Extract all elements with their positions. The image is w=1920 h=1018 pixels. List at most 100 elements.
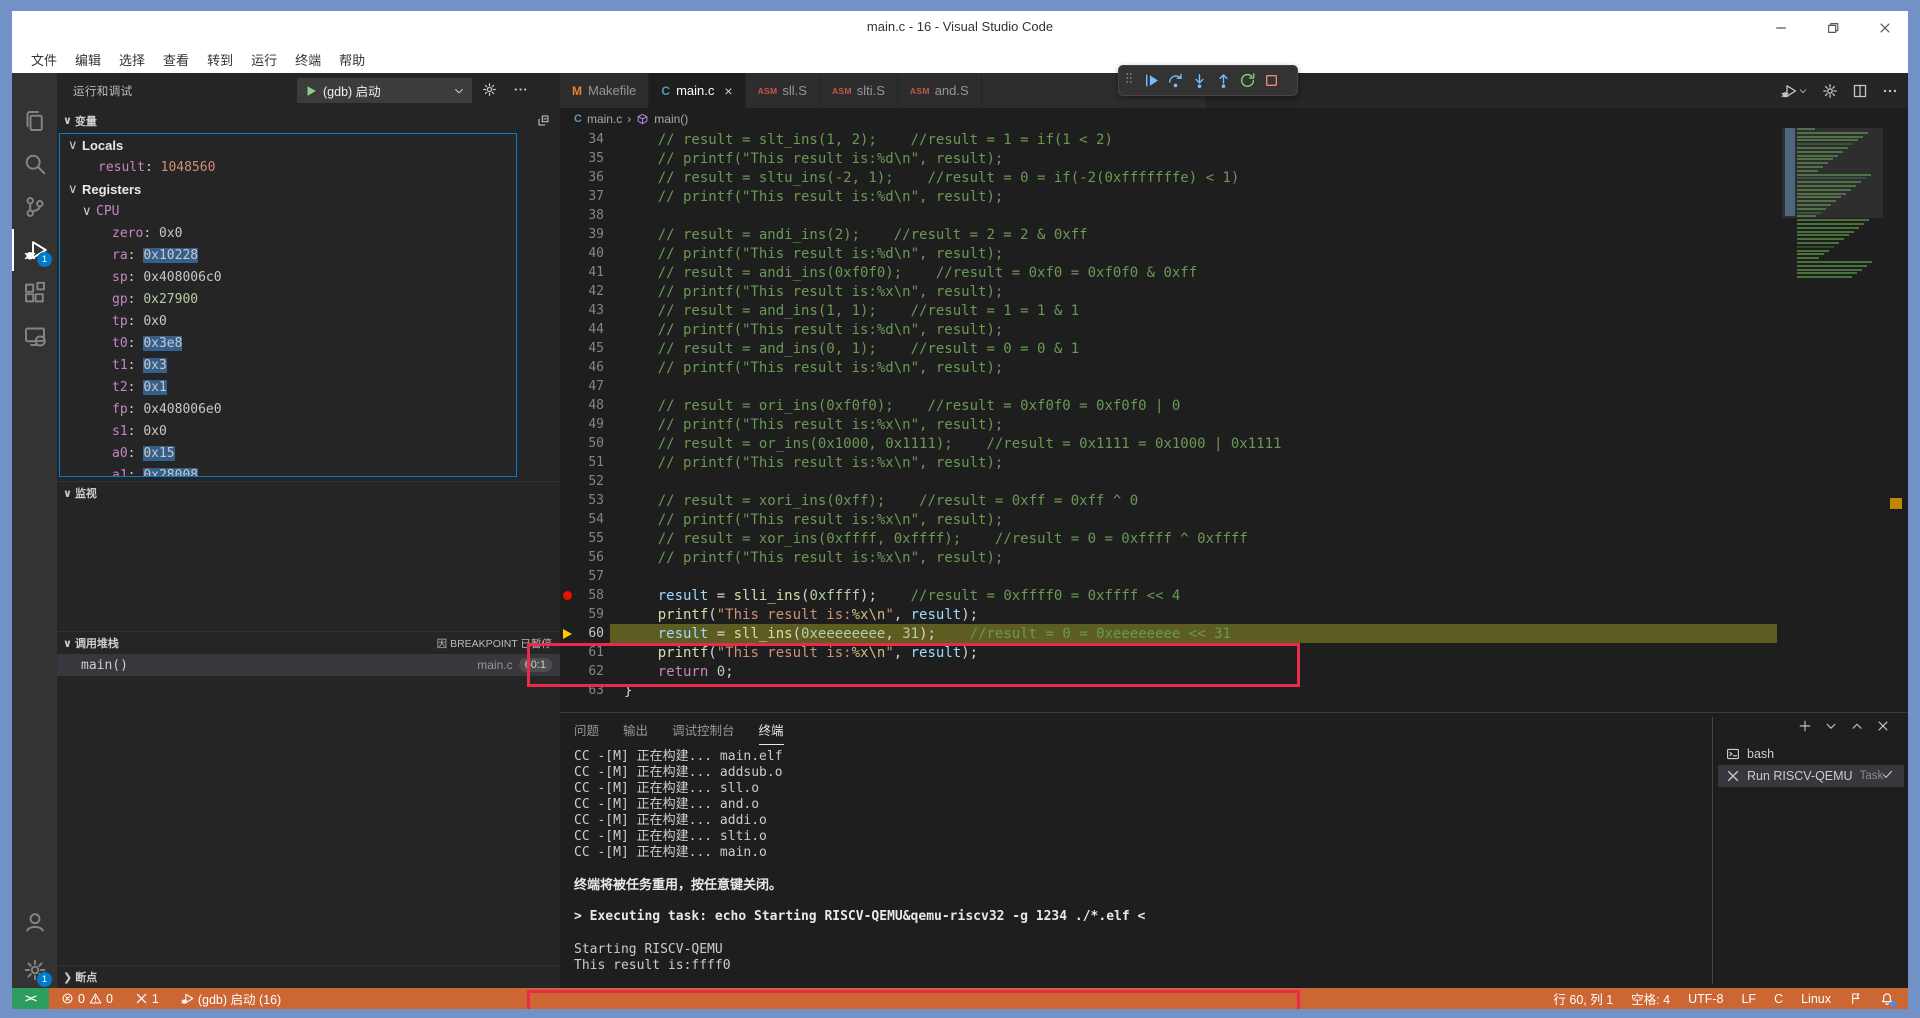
panel-tab-输出[interactable]: 输出 <box>623 720 648 745</box>
status-item-5[interactable]: Linux <box>1801 992 1831 1006</box>
register-row[interactable]: a0: 0x15 <box>60 442 516 464</box>
menu-item-0[interactable]: 文件 <box>22 47 66 72</box>
toolbar-grip-icon[interactable] <box>1119 71 1139 90</box>
code-line-50[interactable]: 50 // result = or_ins(0x1000, 0x1111); /… <box>560 434 1908 453</box>
breakpoints-section-header[interactable]: ❯ 断点 <box>57 965 560 988</box>
menu-item-6[interactable]: 终端 <box>286 47 330 72</box>
panel-tab-调试控制台[interactable]: 调试控制台 <box>672 720 735 745</box>
code-editor[interactable]: 34 // result = slt_ins(1, 2); //result =… <box>560 130 1908 712</box>
tab-and-S[interactable]: ASM and.S <box>897 73 982 108</box>
registers-group[interactable]: ∨ Registers <box>60 178 516 200</box>
breakpoint-gutter[interactable] <box>560 282 576 301</box>
feedback-item[interactable] <box>1849 992 1862 1005</box>
register-row[interactable]: t1: 0x3 <box>60 354 516 376</box>
terminal-output[interactable]: CC -[M] 正在构建... main.elf CC -[M] 正在构建... … <box>574 749 1694 988</box>
breadcrumb[interactable]: C main.c › main() <box>560 108 1908 130</box>
register-row[interactable]: gp: 0x27900 <box>60 288 516 310</box>
code-line-40[interactable]: 40 // printf("This result is:%d\n", resu… <box>560 244 1908 263</box>
debug-stop-button[interactable] <box>1259 68 1283 94</box>
debug-session-status[interactable]: (gdb) 启动 (16) <box>181 989 281 1008</box>
activity-item-extensions[interactable] <box>12 272 57 314</box>
code-line-48[interactable]: 48 // result = ori_ins(0xf0f0); //result… <box>560 396 1908 415</box>
menu-item-3[interactable]: 查看 <box>154 47 198 72</box>
close-button[interactable] <box>1872 15 1898 41</box>
local-variable[interactable]: result: 1048560 <box>60 156 516 178</box>
register-row[interactable]: t2: 0x1 <box>60 376 516 398</box>
code-line-42[interactable]: 42 // printf("This result is:%x\n", resu… <box>560 282 1908 301</box>
debug-more-actions-icon[interactable] <box>513 82 528 97</box>
code-line-58[interactable]: 58 result = slli_ins(0xffff); //result =… <box>560 586 1908 605</box>
code-line-36[interactable]: 36 // result = sltu_ins(-2, 1); //result… <box>560 168 1908 187</box>
code-line-46[interactable]: 46 // printf("This result is:%d\n", resu… <box>560 358 1908 377</box>
code-line-43[interactable]: 43 // result = and_ins(1, 1); //result =… <box>560 301 1908 320</box>
breakpoint-gutter[interactable] <box>560 472 576 491</box>
status-item-1[interactable]: 空格: 4 <box>1631 989 1670 1008</box>
notifications-item[interactable] <box>1880 992 1896 1007</box>
breakpoint-gutter[interactable] <box>560 434 576 453</box>
code-line-39[interactable]: 39 // result = andi_ins(2); //result = 2… <box>560 225 1908 244</box>
register-row[interactable]: t0: 0x3e8 <box>60 332 516 354</box>
terminal-list-item-bash[interactable]: bash <box>1718 743 1904 765</box>
debug-step-over-button[interactable] <box>1163 68 1187 94</box>
minimize-button[interactable] <box>1768 15 1794 41</box>
tab-slti-S[interactable]: ASM slti.S <box>819 73 898 108</box>
status-item-4[interactable]: C <box>1774 992 1783 1006</box>
breakpoint-gutter[interactable] <box>560 662 576 681</box>
terminal-list-item-Run-RISCV-QEMU[interactable]: Run RISCV-QEMU Task <box>1718 765 1904 787</box>
code-line-63[interactable]: 63} <box>560 681 1908 700</box>
locals-group[interactable]: ∨ Locals <box>60 134 516 156</box>
breakpoint-gutter[interactable] <box>560 453 576 472</box>
activity-item-search[interactable] <box>12 143 57 185</box>
breakpoint-gutter[interactable] <box>560 567 576 586</box>
breakpoint-gutter[interactable] <box>560 491 576 510</box>
debug-step-into-button[interactable] <box>1187 68 1211 94</box>
register-row[interactable]: s1: 0x0 <box>60 420 516 442</box>
new-terminal-icon[interactable] <box>1798 719 1812 733</box>
code-line-56[interactable]: 56 // printf("This result is:%x\n", resu… <box>560 548 1908 567</box>
code-line-34[interactable]: 34 // result = slt_ins(1, 2); //result =… <box>560 130 1908 149</box>
breakpoint-gutter[interactable] <box>560 168 576 187</box>
register-row[interactable]: sp: 0x408006c0 <box>60 266 516 288</box>
activity-item-settings[interactable]: 1 <box>12 949 57 991</box>
minimap-slider[interactable] <box>1782 128 1883 218</box>
breakpoint-gutter[interactable] <box>560 605 576 624</box>
variables-section-header[interactable]: ∨ 变量 <box>57 109 560 132</box>
maximize-panel-icon[interactable] <box>1850 719 1864 733</box>
panel-tab-终端[interactable]: 终端 <box>758 720 784 745</box>
activity-item-accounts[interactable] <box>12 901 57 943</box>
register-row[interactable]: fp: 0x408006e0 <box>60 398 516 420</box>
debug-step-out-button[interactable] <box>1211 68 1235 94</box>
breakpoint-gutter[interactable] <box>560 415 576 434</box>
breakpoint-gutter[interactable] <box>560 225 576 244</box>
code-line-62[interactable]: 62 return 0; <box>560 662 1908 681</box>
debug-restart-button[interactable] <box>1235 68 1259 94</box>
code-line-47[interactable]: 47 <box>560 377 1908 396</box>
cpu-group[interactable]: ∨ CPU <box>60 200 516 222</box>
terminal-dropdown-icon[interactable] <box>1824 719 1838 733</box>
code-line-61[interactable]: 61 printf("This result is:%x\n", result)… <box>560 643 1908 662</box>
register-row[interactable]: tp: 0x0 <box>60 310 516 332</box>
code-line-35[interactable]: 35 // printf("This result is:%d\n", resu… <box>560 149 1908 168</box>
breakpoint-gutter[interactable] <box>560 681 576 700</box>
menu-item-2[interactable]: 选择 <box>110 47 154 72</box>
problems-status[interactable]: 00 <box>61 992 113 1006</box>
menu-item-1[interactable]: 编辑 <box>66 47 110 72</box>
menu-item-7[interactable]: 帮助 <box>330 47 374 72</box>
tab-sll-S[interactable]: ASM sll.S <box>745 73 820 108</box>
running-tasks-status[interactable]: 1 <box>135 992 159 1006</box>
activity-item-run-and-debug[interactable]: 1 <box>12 229 57 271</box>
launch-config-dropdown[interactable]: (gdb) 启动 <box>297 78 472 103</box>
tab-main-c[interactable]: Cmain.c × <box>649 73 746 108</box>
code-line-57[interactable]: 57 <box>560 567 1908 586</box>
close-panel-icon[interactable] <box>1876 719 1890 733</box>
code-line-60[interactable]: 60 result = sll_ins(0xeeeeeeee, 31); //r… <box>560 624 1908 643</box>
breakpoint-gutter[interactable] <box>560 206 576 225</box>
breakpoint-gutter[interactable] <box>560 643 576 662</box>
call-stack-frame[interactable]: main() main.c 60:1 <box>57 654 560 676</box>
register-row[interactable]: a1: 0x28008 <box>60 464 516 476</box>
status-item-3[interactable]: LF <box>1741 992 1756 1006</box>
code-line-44[interactable]: 44 // printf("This result is:%d\n", resu… <box>560 320 1908 339</box>
code-line-45[interactable]: 45 // result = and_ins(0, 1); //result =… <box>560 339 1908 358</box>
code-line-49[interactable]: 49 // printf("This result is:%x\n", resu… <box>560 415 1908 434</box>
breadcrumb-symbol[interactable]: main() <box>654 112 688 126</box>
